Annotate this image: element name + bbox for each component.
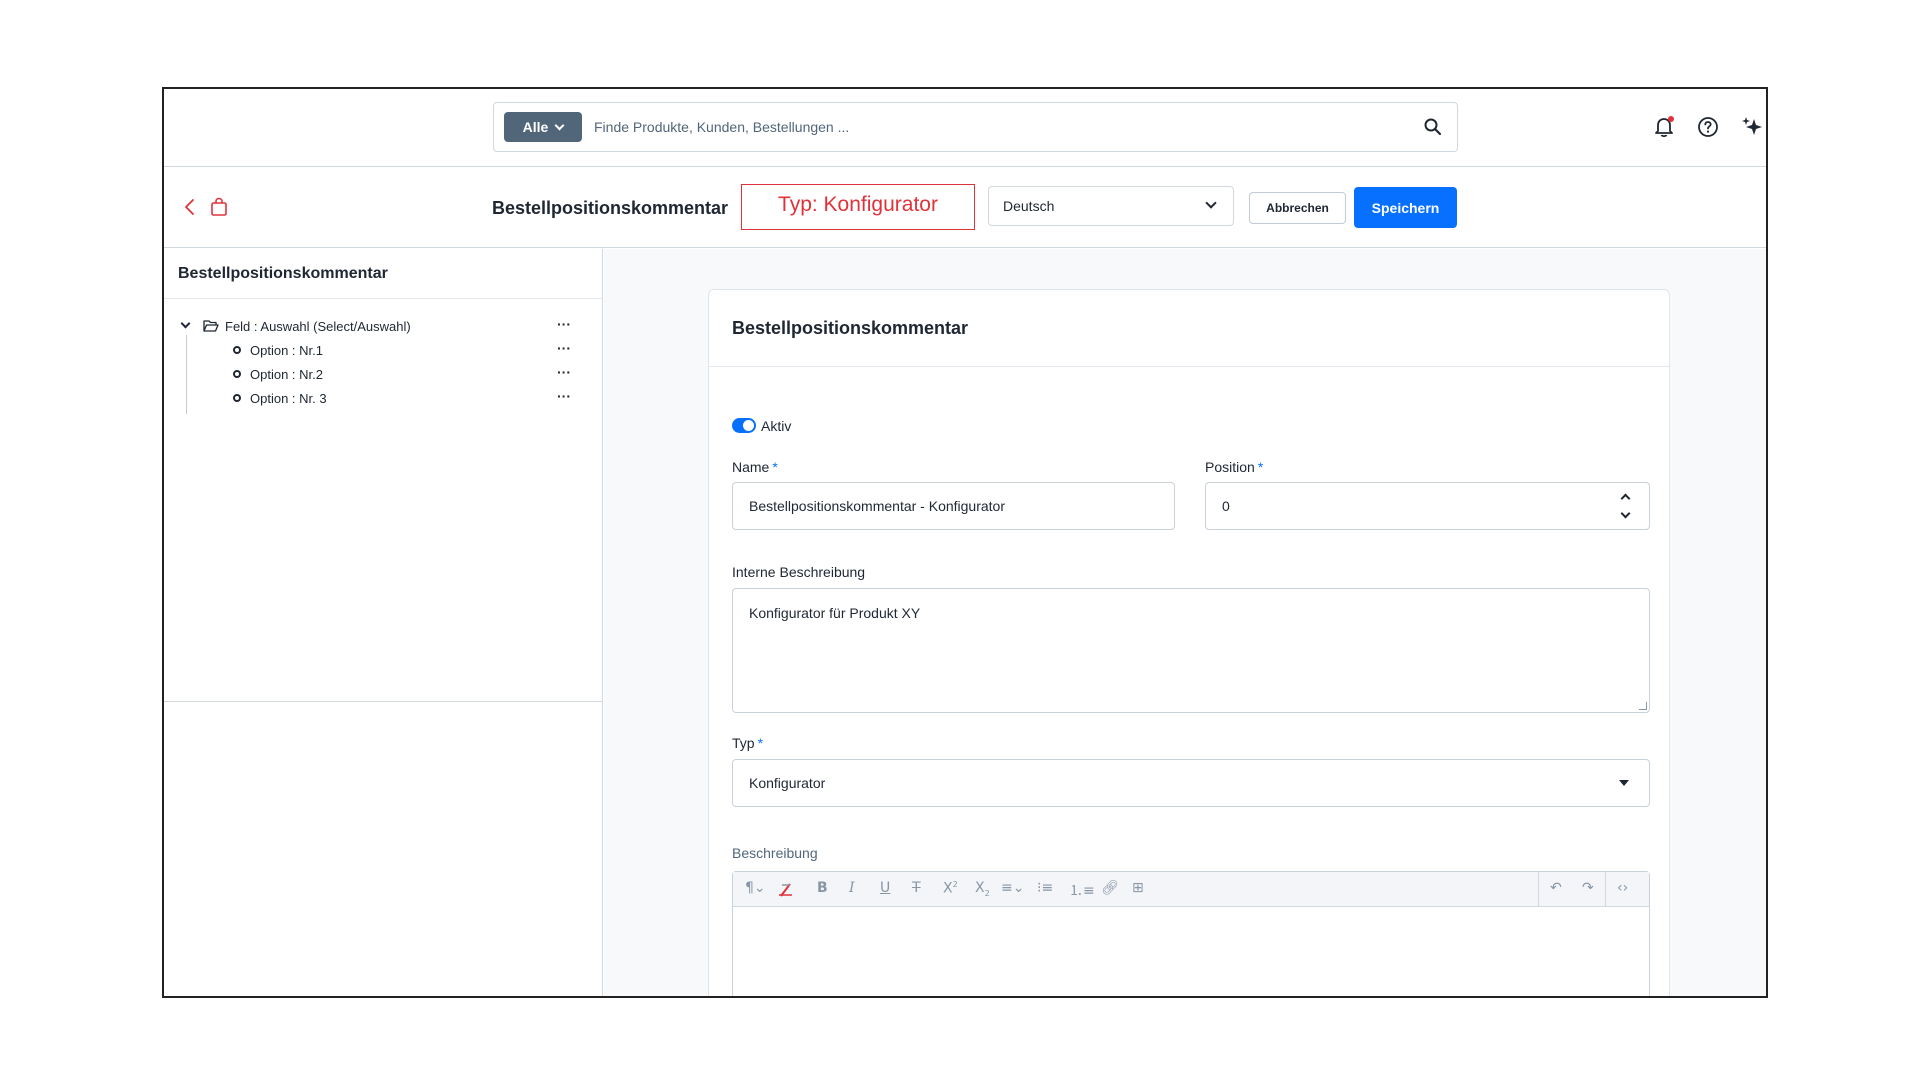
resize-handle-icon[interactable] bbox=[1639, 702, 1647, 710]
tree-item-label: Option : Nr.1 bbox=[250, 343, 323, 358]
clear-format-icon[interactable] bbox=[777, 881, 795, 899]
detail-header: Bestellpositionskommentar Typ: Konfigura… bbox=[164, 168, 1766, 248]
tree-item-option[interactable]: Option : Nr.1 ··· bbox=[164, 340, 602, 362]
search-icon[interactable] bbox=[1423, 117, 1443, 137]
tree-item-option[interactable]: Option : Nr. 3 ··· bbox=[164, 388, 602, 410]
strikethrough-icon[interactable]: T bbox=[912, 880, 921, 896]
internal-description-textarea[interactable]: Konfigurator für Produkt XY bbox=[732, 588, 1650, 713]
table-icon[interactable]: ⊞ bbox=[1132, 880, 1144, 896]
bullet-list-icon[interactable]: ⁝≡ bbox=[1037, 880, 1053, 896]
bullet-icon bbox=[233, 370, 241, 378]
tree-item-label: Option : Nr.2 bbox=[250, 367, 323, 382]
link-icon[interactable]: 🔗︎ bbox=[1101, 880, 1119, 896]
save-button[interactable]: Speichern bbox=[1354, 187, 1457, 228]
sparkle-icon[interactable] bbox=[1740, 114, 1766, 140]
shopping-bag-icon bbox=[211, 197, 227, 216]
global-search: Alle bbox=[493, 102, 1458, 152]
card-title: Bestellpositionskommentar bbox=[732, 318, 969, 338]
active-toggle[interactable] bbox=[732, 418, 756, 433]
search-input[interactable] bbox=[594, 113, 1384, 141]
cancel-button[interactable]: Abbrechen bbox=[1249, 192, 1346, 224]
divider bbox=[164, 701, 602, 702]
type-select[interactable]: Konfigurator bbox=[732, 759, 1650, 807]
position-field-value: 0 bbox=[1222, 498, 1230, 514]
chevron-down-icon bbox=[554, 120, 565, 130]
align-icon[interactable]: ≡⌄ bbox=[1001, 880, 1024, 896]
language-select-value: Deutsch bbox=[1003, 198, 1055, 214]
position-stepper[interactable]: 0 bbox=[1205, 482, 1650, 530]
name-field[interactable]: Bestellpositionskommentar - Konfigurator bbox=[732, 482, 1175, 530]
language-select[interactable]: Deutsch bbox=[988, 186, 1234, 226]
search-category-dropdown[interactable]: Alle bbox=[504, 112, 582, 142]
bell-icon[interactable] bbox=[1651, 114, 1677, 140]
back-arrow-icon[interactable] bbox=[180, 196, 200, 218]
more-options-icon[interactable]: ··· bbox=[557, 316, 571, 332]
page-title: Bestellpositionskommentar bbox=[492, 198, 729, 218]
tree-item-option[interactable]: Option : Nr.2 ··· bbox=[164, 364, 602, 386]
active-toggle-label: Aktiv bbox=[761, 418, 792, 434]
position-label: Position * bbox=[1205, 459, 1263, 475]
tree-item-label: Feld : Auswahl (Select/Auswahl) bbox=[225, 319, 411, 334]
underline-icon[interactable]: U bbox=[880, 880, 890, 896]
divider bbox=[1605, 872, 1606, 907]
subscript-icon[interactable]: X2 bbox=[975, 880, 990, 898]
tree-title: Bestellpositionskommentar bbox=[178, 265, 388, 282]
chevron-up-icon[interactable] bbox=[1620, 493, 1631, 504]
help-icon[interactable] bbox=[1695, 114, 1721, 140]
internal-description-label: Interne Beschreibung bbox=[732, 564, 866, 580]
internal-description-value: Konfigurator für Produkt XY bbox=[749, 605, 921, 621]
bullet-icon bbox=[233, 394, 241, 402]
name-field-value: Bestellpositionskommentar - Konfigurator bbox=[749, 498, 1006, 514]
divider bbox=[709, 366, 1669, 367]
more-options-icon[interactable]: ··· bbox=[557, 340, 571, 356]
top-bar: Alle bbox=[164, 89, 1766, 167]
type-select-value: Konfigurator bbox=[749, 775, 826, 791]
divider bbox=[164, 298, 602, 299]
numbered-list-icon[interactable]: ⒈≡ bbox=[1069, 880, 1095, 900]
tree-item-field[interactable]: Feld : Auswahl (Select/Auswahl) ··· bbox=[164, 316, 602, 338]
chevron-down-icon[interactable] bbox=[180, 318, 191, 329]
redo-icon[interactable]: ↷ bbox=[1582, 880, 1594, 896]
required-marker: * bbox=[1257, 459, 1264, 475]
search-category-label: Alle bbox=[522, 119, 549, 135]
name-label: Name * bbox=[732, 459, 778, 475]
paragraph-format-icon[interactable]: ¶⌄ bbox=[745, 880, 766, 896]
rich-text-editor[interactable]: ¶⌄ B I U T X2 X2 ≡⌄ ⁝≡ ⒈≡ 🔗︎ ⊞ ↶ ↷ ‹› bbox=[732, 871, 1650, 996]
detail-content: Bestellpositionskommentar Aktiv Name * Be… bbox=[604, 249, 1766, 996]
position-label-text: Position bbox=[1205, 459, 1255, 475]
chevron-down-icon[interactable] bbox=[1620, 508, 1631, 519]
more-options-icon[interactable]: ··· bbox=[557, 388, 571, 404]
caret-down-icon bbox=[1619, 780, 1629, 786]
editor-toolbar: ¶⌄ B I U T X2 X2 ≡⌄ ⁝≡ ⒈≡ 🔗︎ ⊞ ↶ ↷ ‹› bbox=[733, 872, 1649, 907]
tree-item-label: Option : Nr. 3 bbox=[250, 391, 327, 406]
required-marker: * bbox=[757, 735, 764, 751]
bold-icon[interactable]: B bbox=[817, 880, 828, 896]
type-label-text: Typ bbox=[732, 735, 755, 751]
divider bbox=[1538, 872, 1539, 907]
chevron-down-icon bbox=[1205, 197, 1217, 209]
description-label: Beschreibung bbox=[732, 845, 818, 861]
name-label-text: Name bbox=[732, 459, 770, 475]
folder-open-icon bbox=[203, 320, 219, 332]
undo-icon[interactable]: ↶ bbox=[1550, 880, 1562, 896]
app-window: Alle Finde Produkte, Kunden, Bestellunge… bbox=[162, 87, 1768, 998]
type-annotation-box: Typ: Konfigurator bbox=[741, 184, 975, 230]
form-card: Bestellpositionskommentar Aktiv Name * Be… bbox=[708, 289, 1670, 996]
more-options-icon[interactable]: ··· bbox=[557, 364, 571, 380]
code-view-icon[interactable]: ‹› bbox=[1617, 880, 1628, 896]
type-label: Typ * bbox=[732, 735, 763, 751]
superscript-icon[interactable]: X2 bbox=[943, 880, 958, 897]
tree-panel: Bestellpositionskommentar Feld : Auswahl… bbox=[164, 249, 603, 996]
bullet-icon bbox=[233, 346, 241, 354]
italic-icon[interactable]: I bbox=[849, 880, 855, 896]
required-marker: * bbox=[772, 459, 778, 475]
